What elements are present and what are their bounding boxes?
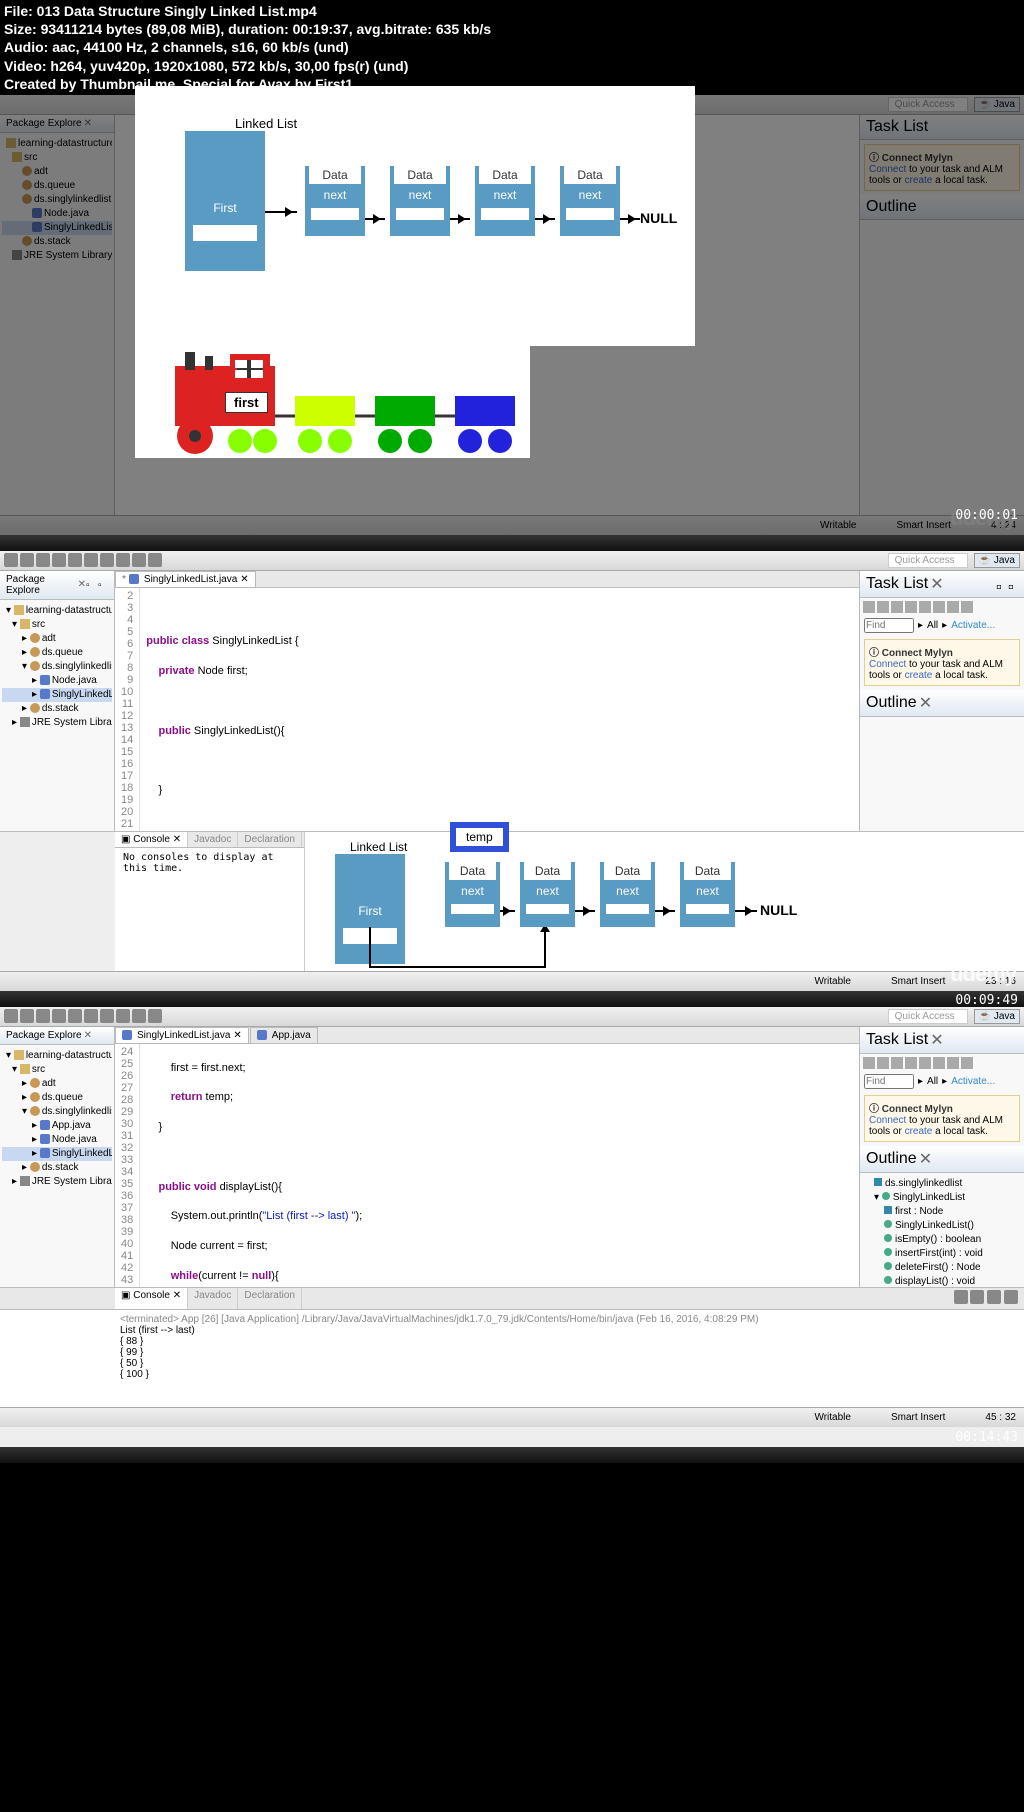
editor-tab[interactable]: *SinglyLinkedList.java ✕	[115, 571, 256, 587]
editor-tab-active[interactable]: SinglyLinkedList.java ✕	[115, 1027, 249, 1043]
package-explorer-view[interactable]: Package Explore ✕ ▾ learning-datastructu…	[0, 1027, 115, 1287]
task-find-input[interactable]	[864, 1074, 914, 1089]
javadoc-tab[interactable]: Javadoc	[188, 832, 238, 847]
tree-item-file-selected[interactable]: ▸ SinglyLinkedList.java	[2, 688, 112, 702]
editor-tab[interactable]: App.java	[250, 1027, 318, 1043]
task-find-input[interactable]	[864, 618, 914, 633]
code-editor[interactable]: 2425262728293031323334353637383940414243…	[115, 1044, 859, 1287]
tree-item[interactable]: ▸ adt	[2, 1077, 112, 1091]
editor-area[interactable]: SinglyLinkedList.java ✕ App.java 2425262…	[115, 1027, 859, 1287]
create-link[interactable]: create	[905, 670, 933, 681]
console-output: No consoles to display at this time.	[115, 848, 304, 878]
view-title: Outline	[866, 694, 917, 712]
toolbar-icon[interactable]	[4, 553, 18, 567]
close-icon[interactable]: ✕	[84, 1030, 92, 1041]
java-perspective-button[interactable]: ☕ Java	[974, 553, 1020, 568]
tree-item[interactable]: ▸ JRE System Library [JavaS	[2, 1175, 112, 1189]
declaration-tab[interactable]: Declaration	[238, 1288, 302, 1309]
console-tab[interactable]: ▣ Console ✕	[115, 1288, 188, 1309]
tree-item-pkg[interactable]: ▸ ds.queue	[2, 646, 112, 660]
package-explorer-view[interactable]: Package Explore ✕▫▫ ▾ learning-datastruc…	[0, 571, 115, 831]
javadoc-tab[interactable]: Javadoc	[188, 1288, 238, 1309]
code-editor[interactable]: 2345678910111213141516171819202122232425…	[115, 588, 859, 831]
close-icon[interactable]: ✕	[930, 574, 943, 594]
tree-item[interactable]: ▸ ds.stack	[2, 1161, 112, 1175]
connect-link[interactable]: Connect	[869, 659, 906, 670]
tree-item[interactable]: ▸ ds.queue	[2, 1091, 112, 1105]
linked-list-diagram-1: Linked List First Data next Data next Da…	[135, 86, 695, 346]
linked-list-diagram-2: Linked List temp First Datanext Datanext…	[305, 832, 1024, 971]
train-diagram: first	[135, 346, 530, 458]
quick-access-input[interactable]: Quick Access	[888, 553, 968, 568]
all-link[interactable]: All	[927, 620, 938, 631]
editor-area[interactable]: *SinglyLinkedList.java ✕ 234567891011121…	[115, 571, 859, 831]
tree-item[interactable]: ▸ SinglyLinkedList.java	[2, 1147, 112, 1161]
frame-timestamp-3: 00:09:49	[955, 993, 1018, 1445]
activate-link[interactable]: Activate...	[951, 620, 995, 631]
tree-item-jre[interactable]: ▸ JRE System Library [JavaS	[2, 716, 112, 730]
tree-item-src[interactable]: ▾ src	[2, 618, 112, 632]
thumbnail-frame-3: Quick Access ☕ Java Package Explore ✕ ▾ …	[0, 1007, 1024, 1447]
quick-access-input[interactable]: Quick Access	[888, 97, 968, 112]
declaration-tab[interactable]: Declaration	[238, 832, 302, 847]
main-toolbar: Quick Access ☕ Java	[0, 551, 1024, 571]
tree-item[interactable]: ▾ src	[2, 1063, 112, 1077]
tree-item-pkg[interactable]: ▸ ds.stack	[2, 702, 112, 716]
frame-timestamp-4: 00:14:43	[955, 1430, 1018, 1445]
tree-item[interactable]: ▾ ds.singlylinkedlist	[2, 1105, 112, 1119]
file-metadata: File: 013 Data Structure Singly Linked L…	[0, 0, 1024, 95]
view-title: Task List	[866, 575, 928, 593]
tree-item-project[interactable]: ▾ learning-datastructures	[2, 604, 112, 618]
java-perspective-button[interactable]: ☕ Java	[974, 97, 1020, 112]
close-icon[interactable]: ✕	[240, 574, 248, 585]
tree-item[interactable]: ▾ learning-datastructures	[2, 1049, 112, 1063]
console-tab[interactable]: ▣ Console ✕	[115, 832, 188, 847]
view-title: Package Explore	[6, 574, 76, 596]
console-output: <terminated> App [26] [Java Application]…	[0, 1310, 1024, 1384]
tree-item-file[interactable]: ▸ Node.java	[2, 674, 112, 688]
tree-item[interactable]: ▸ Node.java	[2, 1133, 112, 1147]
thumbnail-frame-2: Quick Access ☕ Java Package Explore ✕▫▫ …	[0, 551, 1024, 991]
close-icon[interactable]: ✕	[919, 693, 932, 713]
tree-item-pkg[interactable]: ▸ adt	[2, 632, 112, 646]
status-bar: Writable Smart Insert 45 : 32	[0, 1407, 1024, 1427]
main-toolbar: Quick Access ☕ Java	[0, 1007, 1024, 1027]
package-explorer-view: Package Explore ✕ learning-datastructure…	[0, 115, 115, 515]
close-icon[interactable]: ✕	[78, 579, 86, 590]
tree-item[interactable]: ▸ App.java	[2, 1119, 112, 1133]
udemy-watermark: udemy	[950, 961, 1016, 987]
line-gutter: 2345678910111213141516171819202122232425…	[115, 588, 140, 831]
mylyn-connect-box: ⓘ Connect Mylyn Connect to your task and…	[864, 639, 1020, 686]
tree-item-pkg[interactable]: ▾ ds.singlylinkedlist	[2, 660, 112, 674]
